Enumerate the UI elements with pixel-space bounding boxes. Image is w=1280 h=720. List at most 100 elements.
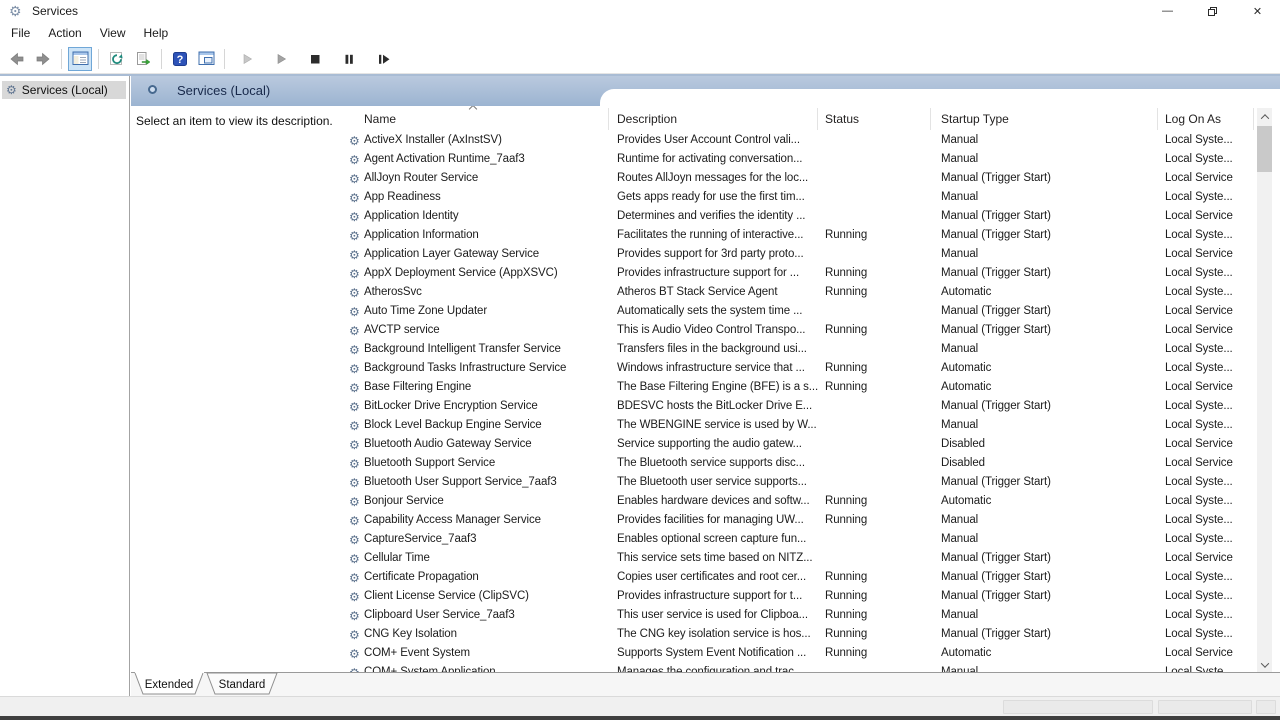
menu-file[interactable]: File bbox=[0, 22, 39, 44]
show-console-tree-button[interactable] bbox=[68, 47, 92, 71]
service-gear-icon: ⚙ bbox=[349, 514, 360, 528]
forward-button[interactable] bbox=[31, 47, 55, 71]
column-divider[interactable] bbox=[817, 108, 818, 130]
services-app-icon: ⚙ bbox=[9, 2, 22, 20]
column-header-log-on-as[interactable]: Log On As bbox=[1165, 112, 1221, 126]
close-button[interactable]: ✕ bbox=[1235, 0, 1280, 22]
service-row[interactable]: ⚙ BitLocker Drive Encryption Service BDE… bbox=[340, 398, 1257, 417]
service-row[interactable]: ⚙ Block Level Backup Engine Service The … bbox=[340, 417, 1257, 436]
export-list-icon bbox=[135, 51, 151, 67]
service-name: Bluetooth User Support Service_7aaf3 bbox=[364, 476, 604, 488]
service-startup-type: Manual bbox=[941, 134, 1159, 146]
service-name: Cellular Time bbox=[364, 552, 604, 564]
service-row[interactable]: ⚙ Bonjour Service Enables hardware devic… bbox=[340, 493, 1257, 512]
service-description: Supports System Event Notification ... bbox=[617, 647, 819, 659]
service-row[interactable]: ⚙ Application Layer Gateway Service Prov… bbox=[340, 246, 1257, 265]
service-row[interactable]: ⚙ Background Tasks Infrastructure Servic… bbox=[340, 360, 1257, 379]
stop-service-button[interactable] bbox=[303, 47, 327, 71]
restart-service-button[interactable] bbox=[371, 47, 395, 71]
service-row[interactable]: ⚙ Bluetooth Audio Gateway Service Servic… bbox=[340, 436, 1257, 455]
service-row[interactable]: ⚙ CNG Key Isolation The CNG key isolatio… bbox=[340, 626, 1257, 645]
service-log-on-as: Local Syste... bbox=[1165, 400, 1255, 412]
service-row[interactable]: ⚙ Certificate Propagation Copies user ce… bbox=[340, 569, 1257, 588]
menu-view[interactable]: View bbox=[91, 22, 135, 44]
service-row[interactable]: ⚙ Application Identity Determines and ve… bbox=[340, 208, 1257, 227]
forward-arrow-icon bbox=[35, 51, 51, 67]
column-divider[interactable] bbox=[930, 108, 931, 130]
service-row[interactable]: ⚙ COM+ Event System Supports System Even… bbox=[340, 645, 1257, 664]
service-row[interactable]: ⚙ Agent Activation Runtime_7aaf3 Runtime… bbox=[340, 151, 1257, 170]
service-row[interactable]: ⚙ Clipboard User Service_7aaf3 This user… bbox=[340, 607, 1257, 626]
minimize-button[interactable]: — bbox=[1145, 0, 1190, 22]
service-row[interactable]: ⚙ Bluetooth Support Service The Bluetoot… bbox=[340, 455, 1257, 474]
scroll-down-button[interactable] bbox=[1257, 656, 1272, 672]
service-gear-icon: ⚙ bbox=[349, 172, 360, 186]
service-row[interactable]: ⚙ COM+ System Application Manages the co… bbox=[340, 664, 1257, 672]
service-row[interactable]: ⚙ Bluetooth User Support Service_7aaf3 T… bbox=[340, 474, 1257, 493]
back-arrow-icon bbox=[9, 51, 25, 67]
column-header-name[interactable]: Name bbox=[364, 112, 396, 126]
service-row[interactable]: ⚙ Base Filtering Engine The Base Filteri… bbox=[340, 379, 1257, 398]
service-row[interactable]: ⚙ ActiveX Installer (AxInstSV) Provides … bbox=[340, 132, 1257, 151]
column-header-startup-type[interactable]: Startup Type bbox=[941, 112, 1009, 126]
service-row[interactable]: ⚙ Auto Time Zone Updater Automatically s… bbox=[340, 303, 1257, 322]
service-name: Application Information bbox=[364, 229, 604, 241]
service-row[interactable]: ⚙ App Readiness Gets apps ready for use … bbox=[340, 189, 1257, 208]
service-name: CaptureService_7aaf3 bbox=[364, 533, 604, 545]
column-divider[interactable] bbox=[608, 108, 609, 130]
service-row[interactable]: ⚙ Application Information Facilitates th… bbox=[340, 227, 1257, 246]
service-startup-type: Manual bbox=[941, 419, 1159, 431]
menu-help[interactable]: Help bbox=[135, 22, 178, 44]
service-gear-icon: ⚙ bbox=[349, 647, 360, 661]
service-startup-type: Manual bbox=[941, 153, 1159, 165]
service-gear-icon: ⚙ bbox=[349, 590, 360, 604]
start-service-button[interactable] bbox=[235, 47, 259, 71]
service-name: CNG Key Isolation bbox=[364, 628, 604, 640]
services-scope-icon bbox=[148, 85, 157, 94]
service-log-on-as: Local Syste... bbox=[1165, 229, 1255, 241]
service-log-on-as: Local Service bbox=[1165, 172, 1255, 184]
service-row[interactable]: ⚙ Client License Service (ClipSVC) Provi… bbox=[340, 588, 1257, 607]
service-row[interactable]: ⚙ AppX Deployment Service (AppXSVC) Prov… bbox=[340, 265, 1257, 284]
vertical-scrollbar[interactable] bbox=[1257, 108, 1272, 672]
service-log-on-as: Local Syste... bbox=[1165, 533, 1255, 545]
toolbar-separator bbox=[61, 49, 62, 69]
service-gear-icon: ⚙ bbox=[349, 571, 360, 585]
back-button[interactable] bbox=[5, 47, 29, 71]
help-button[interactable]: ? bbox=[168, 47, 192, 71]
scrollbar-thumb[interactable] bbox=[1257, 126, 1272, 172]
service-row[interactable]: ⚙ CaptureService_7aaf3 Enables optional … bbox=[340, 531, 1257, 550]
column-divider[interactable] bbox=[1253, 108, 1254, 130]
service-row[interactable]: ⚙ Cellular Time This service sets time b… bbox=[340, 550, 1257, 569]
pause-service-button[interactable] bbox=[337, 47, 361, 71]
service-row[interactable]: ⚙ Capability Access Manager Service Prov… bbox=[340, 512, 1257, 531]
service-name: Agent Activation Runtime_7aaf3 bbox=[364, 153, 604, 165]
service-description: Provides facilities for managing UW... bbox=[617, 514, 819, 526]
help-icon: ? bbox=[172, 51, 188, 67]
service-row[interactable]: ⚙ Background Intelligent Transfer Servic… bbox=[340, 341, 1257, 360]
service-row[interactable]: ⚙ AllJoyn Router Service Routes AllJoyn … bbox=[340, 170, 1257, 189]
resume-service-button[interactable] bbox=[269, 47, 293, 71]
chevron-down-icon bbox=[1260, 659, 1268, 667]
scroll-up-button[interactable] bbox=[1257, 108, 1272, 125]
service-gear-icon: ⚙ bbox=[349, 153, 360, 167]
service-startup-type: Manual (Trigger Start) bbox=[941, 400, 1159, 412]
export-list-button[interactable] bbox=[131, 47, 155, 71]
menu-action[interactable]: Action bbox=[39, 22, 90, 44]
maximize-restore-button[interactable] bbox=[1190, 0, 1235, 22]
service-gear-icon: ⚙ bbox=[349, 191, 360, 205]
column-header-description[interactable]: Description bbox=[617, 112, 677, 126]
tab-extended-label[interactable]: Extended bbox=[145, 679, 194, 691]
service-name: Application Layer Gateway Service bbox=[364, 248, 604, 260]
service-row[interactable]: ⚙ AtherosSvc Atheros BT Stack Service Ag… bbox=[340, 284, 1257, 303]
service-row[interactable]: ⚙ AVCTP service This is Audio Video Cont… bbox=[340, 322, 1257, 341]
refresh-button[interactable] bbox=[105, 47, 129, 71]
column-divider[interactable] bbox=[1157, 108, 1158, 130]
console-tree-panel: ⚙ Services (Local) bbox=[0, 76, 130, 696]
tab-standard-label[interactable]: Standard bbox=[219, 679, 266, 691]
properties-button[interactable] bbox=[194, 47, 218, 71]
tree-item-services-local[interactable]: ⚙ Services (Local) bbox=[2, 81, 126, 99]
column-header-status[interactable]: Status bbox=[825, 112, 859, 126]
properties-window-icon bbox=[198, 51, 215, 66]
service-description: Routes AllJoyn messages for the loc... bbox=[617, 172, 819, 184]
